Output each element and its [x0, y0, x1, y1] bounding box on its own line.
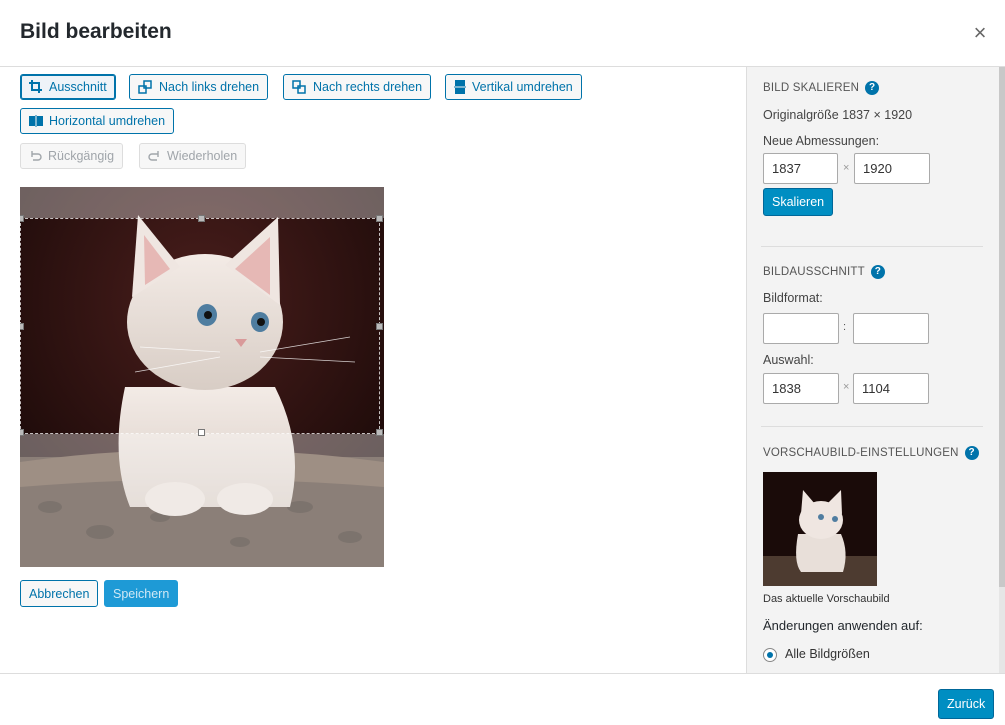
times-separator: × [843, 381, 850, 393]
modal-footer: Zurück [0, 673, 1005, 725]
rotate-right-label: Nach rechts drehen [313, 80, 423, 94]
sidebar-scrollbar[interactable] [999, 67, 1005, 673]
close-button[interactable]: × [965, 18, 995, 48]
modal-title: Bild bearbeiten [20, 20, 172, 43]
selection-label: Auswahl: [763, 353, 814, 367]
image-preview[interactable] [20, 187, 384, 567]
selection-height-input[interactable]: 1104 [853, 373, 929, 404]
thumbnail-preview [763, 472, 877, 586]
rotate-left-button[interactable]: Nach links drehen [129, 74, 269, 100]
crop-icon [29, 80, 42, 93]
thumbnail-section-title: VORSCHAUBILD-EINSTELLUNGEN ? [763, 446, 979, 460]
selection-width-input[interactable]: 1838 [763, 373, 839, 404]
undo-button[interactable]: Rückgängig [20, 143, 124, 169]
flip-vertical-label: Vertikal umdrehen [472, 80, 573, 94]
help-icon[interactable]: ? [865, 81, 880, 95]
back-label: Zurück [947, 697, 986, 711]
crop-handle-w[interactable] [20, 323, 24, 330]
scrollbar-thumb[interactable] [999, 67, 1005, 587]
crop-label: Ausschnitt [49, 80, 107, 94]
save-button[interactable]: Speichern [104, 580, 179, 607]
radio-all-sizes[interactable] [763, 648, 777, 662]
help-icon[interactable]: ? [964, 446, 979, 460]
settings-sidebar: BILD SKALIEREN ? Originalgröße 1837 × 19… [746, 67, 1005, 673]
cancel-label: Abbrechen [29, 586, 90, 601]
crop-button[interactable]: Ausschnitt [20, 74, 116, 100]
redo-icon [148, 150, 159, 161]
crop-handle-s[interactable] [198, 429, 205, 436]
save-label: Speichern [113, 586, 170, 601]
flip-horizontal-label: Horizontal umdrehen [49, 114, 166, 128]
times-separator: × [843, 162, 850, 174]
scale-button-label: Skalieren [772, 195, 825, 209]
new-dimensions-label: Neue Abmessungen: [763, 134, 880, 148]
ratio-height-input[interactable] [853, 313, 929, 344]
scale-height-input[interactable]: 1920 [854, 153, 930, 184]
divider [761, 246, 983, 247]
option-all-sizes-label: Alle Bildgrößen [785, 647, 870, 661]
crop-handle-nw[interactable] [20, 215, 24, 222]
scale-section-title: BILD SKALIEREN ? [763, 81, 880, 95]
undo-icon [31, 150, 42, 161]
flip-horizontal-icon [29, 115, 43, 127]
thumbnail-caption: Das aktuelle Vorschaubild [763, 593, 890, 605]
editor-area: Ausschnitt Nach links drehen Nach rechts… [0, 67, 745, 673]
undo-label: Rückgängig [48, 149, 115, 163]
apply-label: Änderungen anwenden auf: [763, 618, 923, 633]
crop-selection[interactable] [20, 215, 383, 436]
rotate-right-button[interactable]: Nach rechts drehen [283, 74, 432, 100]
crop-title-text: BILDAUSSCHNITT [763, 266, 865, 278]
crop-dim-bottom [20, 434, 384, 567]
scale-width-input[interactable]: 1837 [763, 153, 838, 184]
original-size: Originalgröße 1837 × 1920 [763, 108, 913, 122]
ratio-width-input[interactable] [763, 313, 839, 344]
redo-label: Wiederholen [167, 149, 238, 163]
crop-handle-e[interactable] [376, 323, 383, 330]
ratio-separator: : [843, 321, 847, 333]
crop-handle-sw[interactable] [20, 429, 24, 436]
format-label: Bildformat: [763, 291, 823, 305]
divider [761, 426, 983, 427]
modal-header: Bild bearbeiten × [0, 0, 1005, 67]
thumbnail-title-text: VORSCHAUBILD-EINSTELLUNGEN [763, 447, 959, 459]
rotate-left-icon [138, 80, 152, 94]
crop-handle-ne[interactable] [376, 215, 383, 222]
rotate-right-icon [292, 80, 306, 94]
flip-vertical-icon [454, 80, 466, 94]
scale-button[interactable]: Skalieren [763, 188, 834, 216]
crop-dim-top [20, 187, 384, 218]
image-edit-modal: Bild bearbeiten × Ausschnitt Nach links … [0, 0, 1005, 725]
cancel-button[interactable]: Abbrechen [20, 580, 99, 607]
crop-handle-se[interactable] [376, 429, 383, 436]
crop-section-title: BILDAUSSCHNITT ? [763, 265, 885, 279]
scale-title-text: BILD SKALIEREN [763, 82, 860, 94]
redo-button[interactable]: Wiederholen [139, 143, 247, 169]
crop-handle-n[interactable] [198, 215, 205, 222]
rotate-left-label: Nach links drehen [159, 80, 260, 94]
flip-horizontal-button[interactable]: Horizontal umdrehen [20, 108, 175, 134]
help-icon[interactable]: ? [870, 265, 885, 279]
back-button[interactable]: Zurück [938, 689, 995, 719]
flip-vertical-button[interactable]: Vertikal umdrehen [445, 74, 582, 100]
